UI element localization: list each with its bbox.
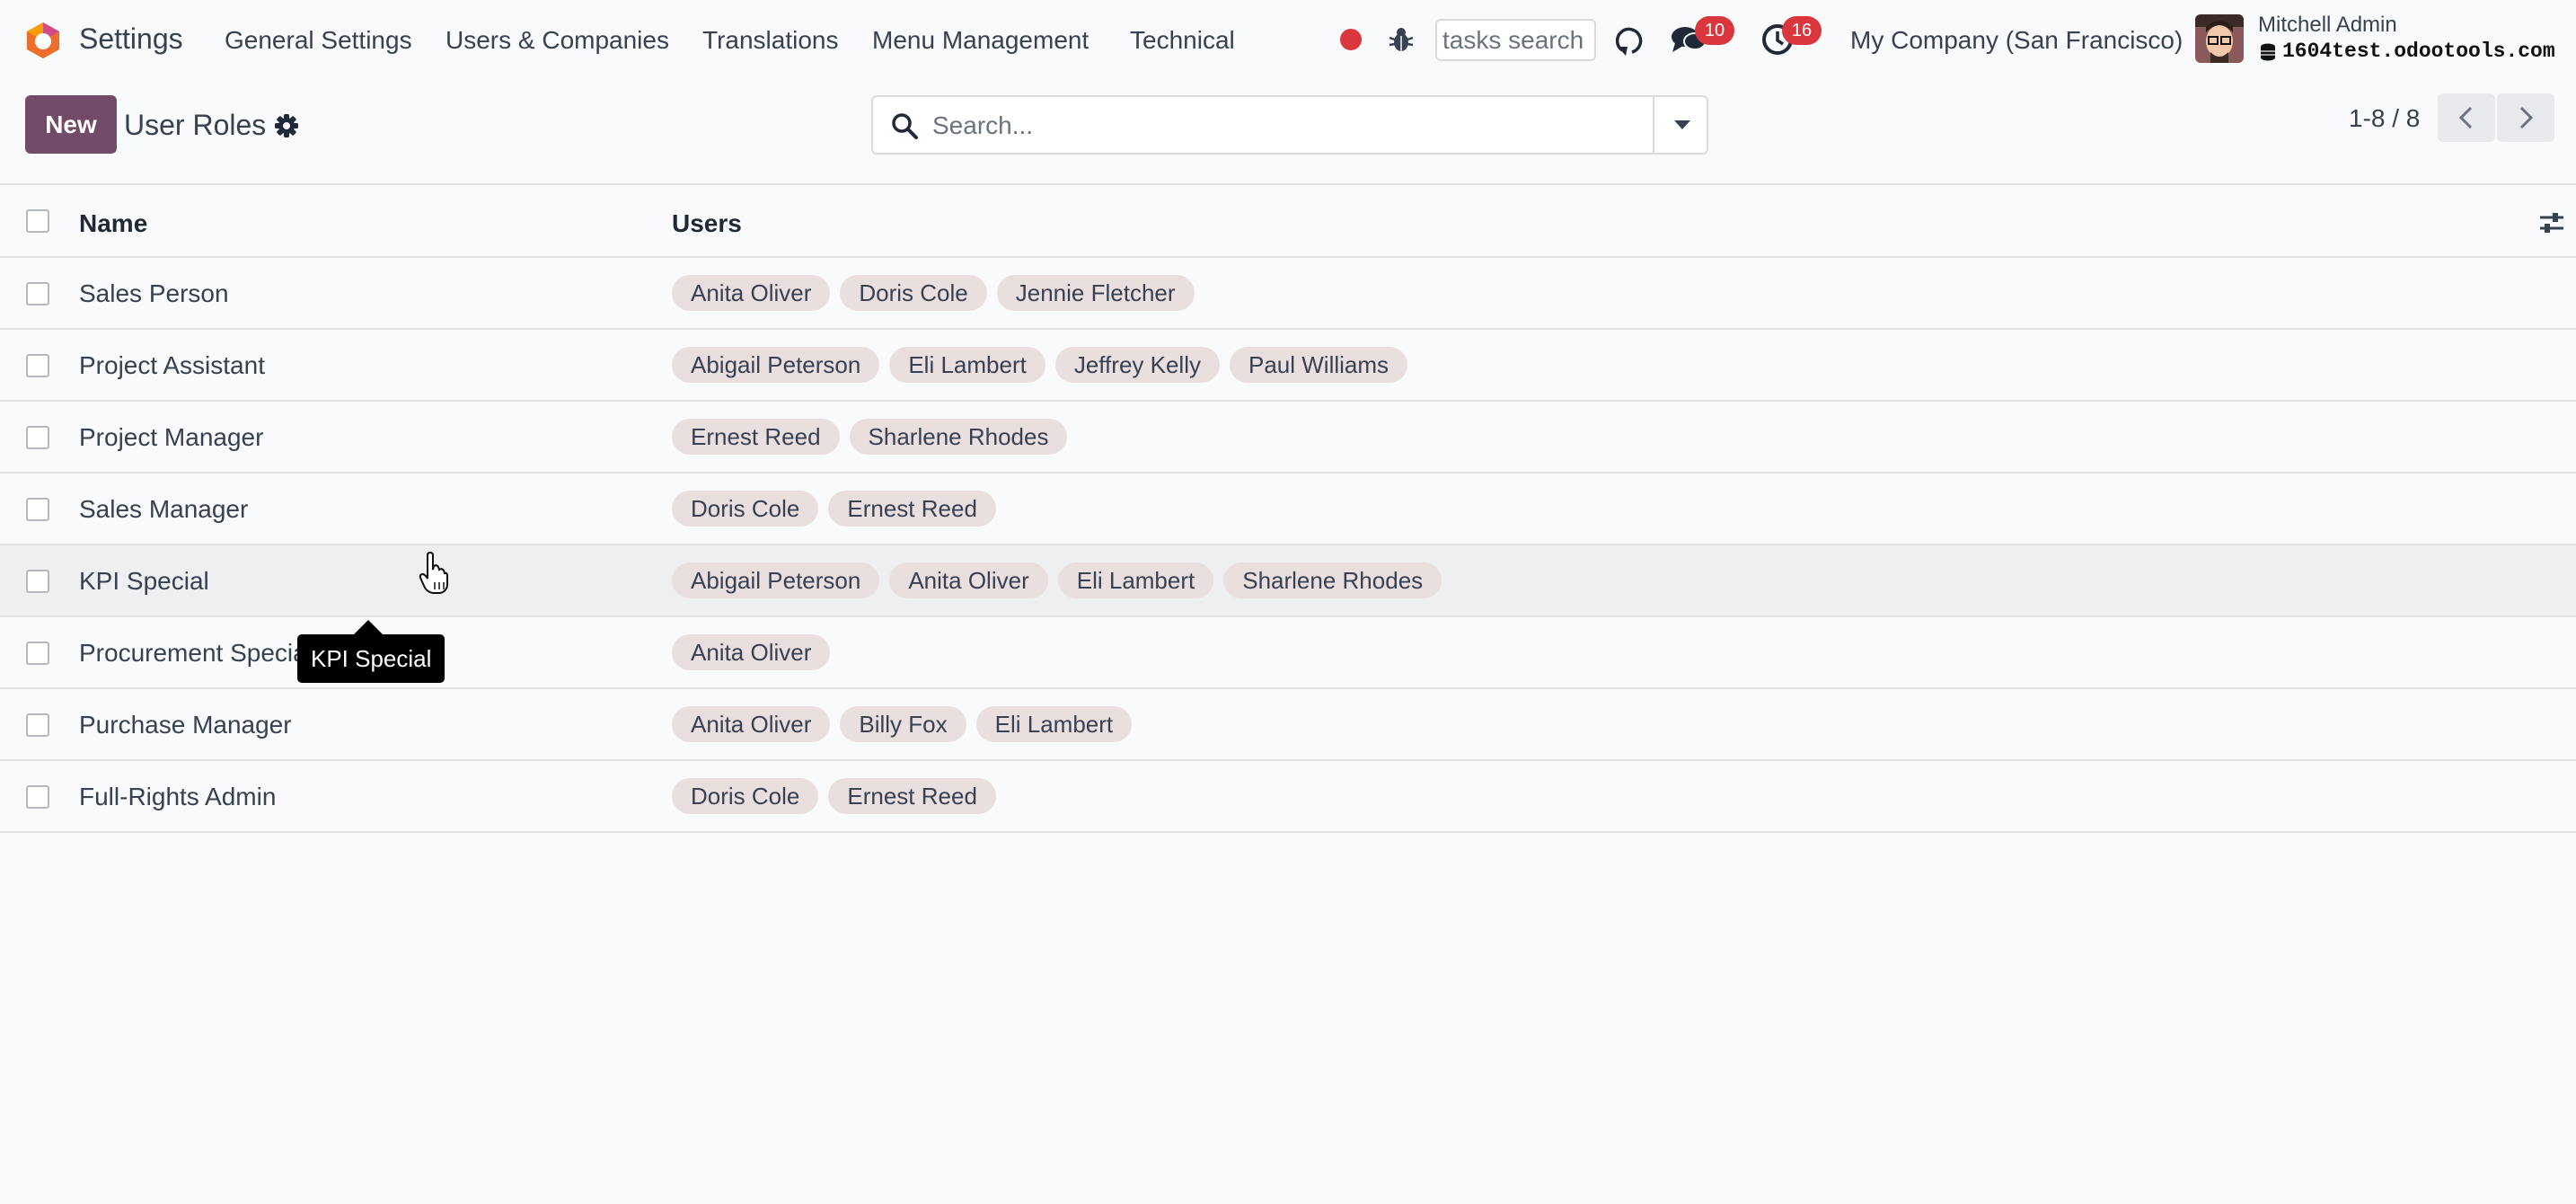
- name-tooltip: KPI Special: [297, 634, 446, 683]
- user-tags: Anita Oliver Doris Cole Jennie Fletcher: [672, 275, 1195, 311]
- column-header-users[interactable]: Users: [672, 209, 742, 238]
- new-button[interactable]: New: [25, 95, 117, 154]
- menu-translations[interactable]: Translations: [702, 26, 838, 55]
- row-checkbox[interactable]: [26, 498, 49, 521]
- row-checkbox[interactable]: [26, 713, 49, 737]
- search-options-toggle[interactable]: [1653, 97, 1708, 153]
- pager-value[interactable]: 1-8 / 8: [2349, 104, 2420, 133]
- user-tag[interactable]: Sharlene Rhodes: [849, 419, 1068, 455]
- messages-count-badge: 10: [1695, 16, 1734, 45]
- user-tag[interactable]: Ernest Reed: [828, 778, 996, 814]
- row-checkbox[interactable]: [26, 426, 49, 449]
- bug-icon[interactable]: [1387, 25, 1416, 54]
- user-tag[interactable]: Doris Cole: [672, 491, 819, 527]
- user-tag[interactable]: Eli Lambert: [889, 347, 1045, 383]
- app-logo-icon[interactable]: [23, 21, 63, 60]
- select-all-checkbox[interactable]: [26, 209, 49, 233]
- user-tags: Abigail Peterson Anita Oliver Eli Lambert S…: [672, 562, 1442, 598]
- user-tag[interactable]: Paul Williams: [1229, 347, 1408, 383]
- search-input[interactable]: [932, 106, 1615, 146]
- user-tags: Abigail Peterson Eli Lambert Jeffrey Kelly…: [672, 347, 1408, 383]
- user-tag[interactable]: Eli Lambert: [1057, 562, 1214, 598]
- table-row[interactable]: Project Assistant Abigail Peterson Eli Lam…: [0, 330, 2576, 402]
- user-tag[interactable]: Ernest Reed: [672, 419, 840, 455]
- role-name[interactable]: Project Assistant: [79, 351, 265, 380]
- database-icon: [2261, 43, 2275, 61]
- user-tags: Doris Cole Ernest Reed: [672, 491, 996, 527]
- table-row[interactable]: Purchase Manager Anita Oliver Billy Fox Eli…: [0, 689, 2576, 761]
- caret-down-icon: [1674, 120, 1690, 129]
- user-tag[interactable]: Abigail Peterson: [672, 562, 880, 598]
- user-tag[interactable]: Anita Oliver: [889, 562, 1048, 598]
- role-name[interactable]: Sales Person: [79, 279, 229, 308]
- database-name: 1604test.odootools.com: [2282, 40, 2555, 63]
- search-box: [871, 95, 1708, 155]
- table-row[interactable]: KPI Special Abigail Peterson Anita Oliver E…: [0, 545, 2576, 617]
- menu-users-companies[interactable]: Users & Companies: [446, 26, 669, 55]
- column-header-name[interactable]: Name: [79, 209, 147, 238]
- app-name[interactable]: Settings: [79, 22, 183, 56]
- top-navbar: Settings General Settings Users & Compan…: [0, 0, 2576, 81]
- menu-general-settings[interactable]: General Settings: [225, 26, 412, 55]
- hand-cursor-icon: [419, 552, 448, 594]
- user-tag[interactable]: Abigail Peterson: [672, 347, 880, 383]
- table-row[interactable]: Full-Rights Admin Doris Cole Ernest Reed: [0, 761, 2576, 833]
- chevron-right-icon: [2519, 106, 2534, 129]
- user-tags: Ernest Reed Sharlene Rhodes: [672, 419, 1068, 455]
- user-tag[interactable]: Sharlene Rhodes: [1223, 562, 1442, 598]
- tooltip-arrow: [354, 620, 383, 634]
- search-icon: [892, 113, 918, 139]
- pager-previous-button[interactable]: [2438, 93, 2495, 142]
- refresh-icon[interactable]: [1615, 23, 1649, 58]
- record-icon[interactable]: [1340, 29, 1362, 50]
- role-name[interactable]: KPI Special: [79, 567, 209, 596]
- activities-count-badge: 16: [1782, 16, 1822, 45]
- row-checkbox[interactable]: [26, 354, 49, 377]
- row-checkbox[interactable]: [26, 282, 49, 305]
- user-tag[interactable]: Anita Oliver: [672, 275, 831, 311]
- user-tag[interactable]: Doris Cole: [840, 275, 987, 311]
- menu-technical[interactable]: Technical: [1130, 26, 1235, 55]
- user-tag[interactable]: Eli Lambert: [975, 706, 1133, 742]
- role-name[interactable]: Full-Rights Admin: [79, 783, 276, 811]
- pager-next-button[interactable]: [2497, 93, 2554, 142]
- tasks-search-input[interactable]: [1435, 19, 1596, 61]
- list-header: Name Users: [0, 183, 2576, 258]
- optional-columns-icon[interactable]: [2538, 210, 2565, 235]
- role-name[interactable]: Procurement Special: [79, 639, 313, 668]
- user-tag[interactable]: Jeffrey Kelly: [1054, 347, 1220, 383]
- user-tags: Anita Oliver: [672, 634, 831, 670]
- page-title: User Roles: [124, 109, 267, 141]
- user-name[interactable]: Mitchell Admin: [2258, 13, 2397, 38]
- row-checkbox[interactable]: [26, 570, 49, 593]
- user-tag[interactable]: Ernest Reed: [828, 491, 996, 527]
- row-checkbox[interactable]: [26, 642, 49, 665]
- chevron-left-icon: [2458, 106, 2473, 129]
- gear-icon[interactable]: [274, 113, 299, 138]
- table-row[interactable]: Sales Person Anita Oliver Doris Cole Jennie…: [0, 258, 2576, 330]
- menu-menu-management[interactable]: Menu Management: [872, 26, 1089, 55]
- user-tag[interactable]: Anita Oliver: [672, 706, 831, 742]
- user-tag[interactable]: Doris Cole: [672, 778, 819, 814]
- user-tag[interactable]: Jennie Fletcher: [996, 275, 1195, 311]
- user-tags: Anita Oliver Billy Fox Eli Lambert: [672, 706, 1133, 742]
- row-checkbox[interactable]: [26, 785, 49, 809]
- role-name[interactable]: Purchase Manager: [79, 711, 292, 739]
- user-tag[interactable]: Anita Oliver: [672, 634, 831, 670]
- user-tag[interactable]: Billy Fox: [840, 706, 966, 742]
- table-row[interactable]: Sales Manager Doris Cole Ernest Reed: [0, 474, 2576, 545]
- company-switcher[interactable]: My Company (San Francisco): [1850, 26, 2183, 55]
- user-avatar[interactable]: [2195, 14, 2244, 63]
- role-name[interactable]: Project Manager: [79, 423, 263, 452]
- role-name[interactable]: Sales Manager: [79, 495, 248, 524]
- user-tags: Doris Cole Ernest Reed: [672, 778, 996, 814]
- table-row[interactable]: Project Manager Ernest Reed Sharlene Rhode…: [0, 402, 2576, 474]
